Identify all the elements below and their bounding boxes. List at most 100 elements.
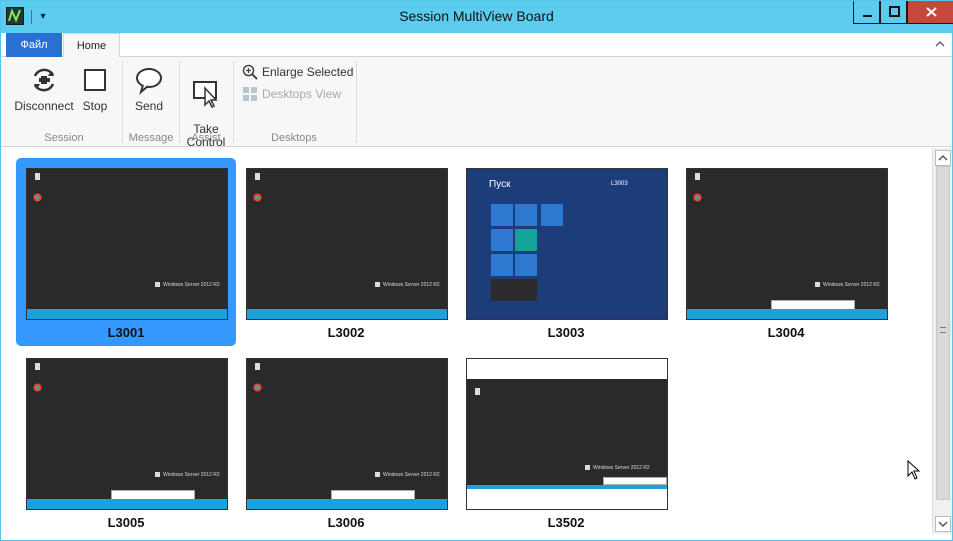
windows-server-logo: Windows Server 2012 R2 xyxy=(155,282,220,288)
start-screen-title: Пуск xyxy=(489,179,511,190)
disconnect-icon xyxy=(33,68,55,92)
group-separator xyxy=(122,61,123,143)
tab-home[interactable]: Home xyxy=(63,33,120,58)
notification-balloon xyxy=(603,477,667,485)
windows-server-logo: Windows Server 2012 R2 xyxy=(375,282,440,288)
session-thumbnail: Windows Server 2012 R2 xyxy=(686,168,888,320)
group-separator xyxy=(356,61,357,143)
start-tile xyxy=(515,229,537,251)
zoom-in-icon xyxy=(242,64,258,80)
session-thumbnail: Windows Server 2012 R2 xyxy=(26,358,228,510)
chrome-icon xyxy=(253,383,262,392)
start-screen-user: L3003 xyxy=(611,181,628,187)
disconnect-button[interactable]: Disconnect xyxy=(11,65,77,113)
windows-server-logo: Windows Server 2012 R2 xyxy=(155,472,220,478)
taskbar xyxy=(687,309,887,319)
start-tile xyxy=(541,204,563,226)
scroll-down-icon[interactable] xyxy=(935,516,951,532)
session-thumbnail: Пуск L3003 xyxy=(466,168,668,320)
start-tile xyxy=(515,254,537,276)
taskbar xyxy=(247,499,447,509)
quick-access-dropdown-icon[interactable]: ▾ xyxy=(36,10,50,24)
session-name: L3002 xyxy=(327,325,365,340)
app-window: ▾ Session MultiView Board Файл Home Disc… xyxy=(0,0,953,541)
speech-bubble-icon xyxy=(136,68,162,95)
chrome-icon xyxy=(33,193,42,202)
windows-server-logo: Windows Server 2012 R2 xyxy=(375,472,440,478)
ribbon: Disconnect Stop Session Send Message Tak… xyxy=(1,57,952,149)
start-tile xyxy=(491,204,513,226)
session-tile[interactable]: Windows Server 2012 R2 L3006 xyxy=(236,348,456,536)
session-name: L3003 xyxy=(547,325,585,340)
group-label-message: Message xyxy=(128,132,174,144)
thumbnail-blank-area xyxy=(467,359,667,379)
send-button[interactable]: Send xyxy=(129,65,169,113)
group-label-assist: Assist xyxy=(191,132,221,144)
close-button[interactable] xyxy=(907,1,953,24)
session-thumbnail: Windows Server 2012 R2 xyxy=(246,168,448,320)
windows-server-logo: Windows Server 2012 R2 xyxy=(585,465,650,471)
session-name: L3001 xyxy=(107,325,145,340)
start-tile xyxy=(491,229,513,251)
grid-icon xyxy=(243,87,257,101)
group-label-desktops: Desktops xyxy=(271,132,317,144)
stop-label: Stop xyxy=(82,99,108,113)
maximize-button[interactable] xyxy=(880,1,907,24)
chrome-icon xyxy=(253,193,262,202)
recycle-bin-icon xyxy=(255,173,260,180)
title-bar[interactable]: ▾ Session MultiView Board xyxy=(1,1,952,33)
session-name: L3005 xyxy=(107,515,145,530)
taskbar xyxy=(247,309,447,319)
group-separator xyxy=(233,61,234,143)
chrome-icon xyxy=(33,383,42,392)
app-logo-icon xyxy=(6,7,24,25)
session-name: L3006 xyxy=(327,515,365,530)
vertical-scrollbar[interactable] xyxy=(932,148,952,534)
take-control-icon xyxy=(193,81,218,108)
minimize-button[interactable] xyxy=(853,1,880,24)
taskbar xyxy=(27,309,227,319)
desktops-view-button[interactable]: Desktops View xyxy=(242,85,352,103)
session-tile[interactable]: Windows Server 2012 R2 L3004 xyxy=(676,158,896,346)
enlarge-selected-label: Enlarge Selected xyxy=(262,65,354,79)
thumbnail-blank-area xyxy=(467,489,667,509)
grip-icon xyxy=(940,327,946,333)
session-name: L3502 xyxy=(547,515,585,530)
group-label-session: Session xyxy=(44,132,84,144)
group-separator xyxy=(179,61,180,143)
recycle-bin-icon xyxy=(35,173,40,180)
start-tile xyxy=(515,204,537,226)
send-label: Send xyxy=(134,99,164,113)
recycle-bin-icon xyxy=(475,388,480,395)
mouse-cursor-icon xyxy=(907,460,921,480)
collapse-ribbon-icon[interactable] xyxy=(933,37,947,51)
session-tile[interactable]: Windows Server 2012 R2 L3001 xyxy=(16,158,236,346)
scrollbar-thumb[interactable] xyxy=(936,166,950,500)
window-title: Session MultiView Board xyxy=(399,8,554,24)
tab-file[interactable]: Файл xyxy=(6,33,62,57)
session-name: L3004 xyxy=(767,325,805,340)
session-tile[interactable]: Windows Server 2012 R2 L3502 xyxy=(456,348,676,536)
scroll-up-icon[interactable] xyxy=(935,150,951,166)
recycle-bin-icon xyxy=(255,363,260,370)
quick-access-separator xyxy=(31,10,32,24)
windows-server-logo: Windows Server 2012 R2 xyxy=(815,282,880,288)
session-tile[interactable]: Пуск L3003 L3003 xyxy=(456,158,676,346)
session-tile[interactable]: Windows Server 2012 R2 L3002 xyxy=(236,158,456,346)
session-tile[interactable]: Windows Server 2012 R2 L3005 xyxy=(16,348,236,536)
disconnect-label: Disconnect xyxy=(14,99,74,113)
stop-button[interactable]: Stop xyxy=(79,65,111,113)
start-tile xyxy=(491,254,513,276)
session-thumbnail: Windows Server 2012 R2 xyxy=(246,358,448,510)
stop-icon xyxy=(84,69,106,91)
recycle-bin-icon xyxy=(35,363,40,370)
chrome-icon xyxy=(693,193,702,202)
taskbar xyxy=(27,499,227,509)
enlarge-selected-button[interactable]: Enlarge Selected xyxy=(242,63,354,81)
session-grid: Windows Server 2012 R2 L3001 Windows Ser… xyxy=(1,148,932,534)
session-thumbnail: Windows Server 2012 R2 xyxy=(26,168,228,320)
ribbon-tab-bar xyxy=(1,33,952,57)
recycle-bin-icon xyxy=(695,173,700,180)
start-tile xyxy=(491,279,537,301)
desktops-view-label: Desktops View xyxy=(262,87,342,101)
